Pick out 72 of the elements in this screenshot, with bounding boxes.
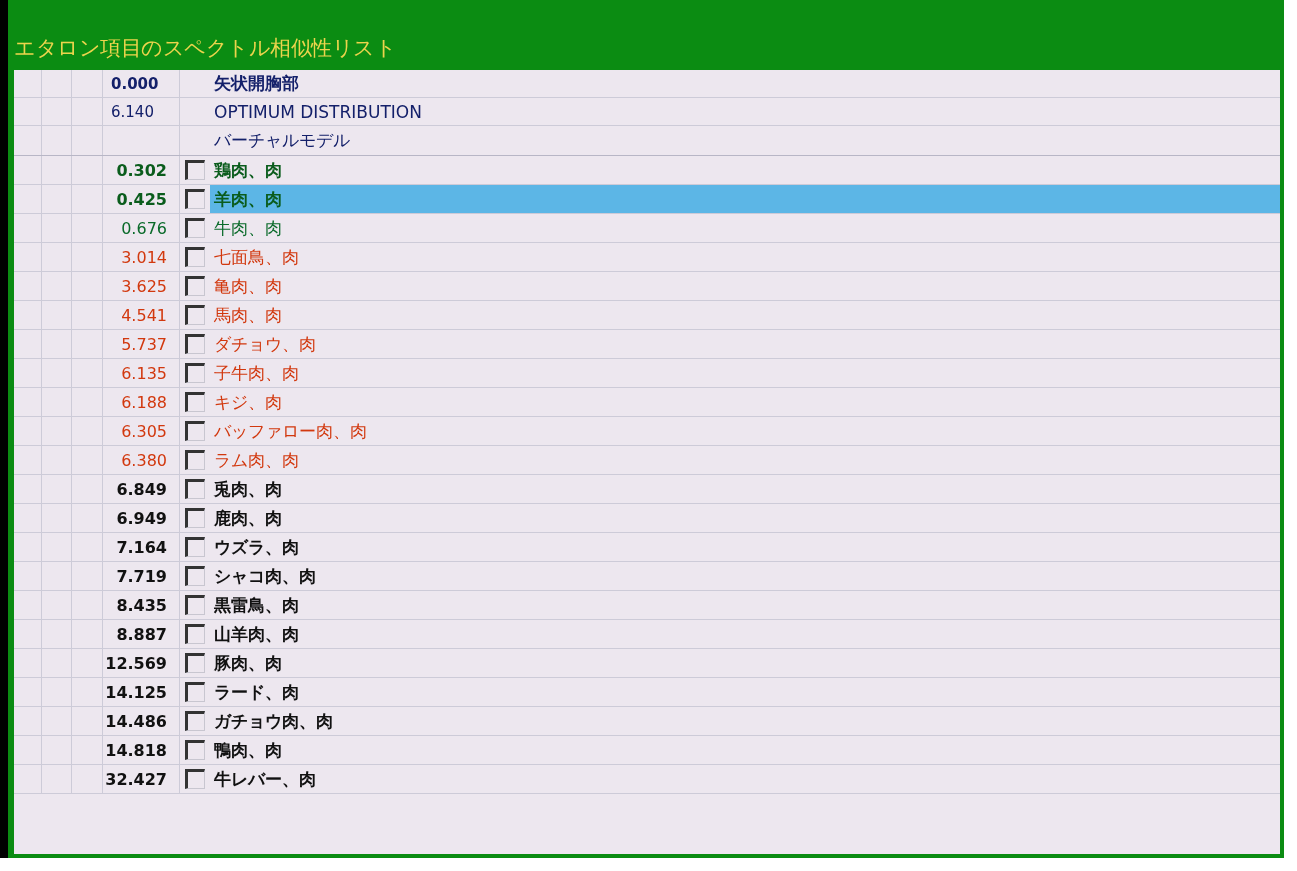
list-item[interactable]: 黒雷鳥、肉: [210, 591, 1280, 619]
list-item[interactable]: キジ、肉: [210, 388, 1280, 416]
window-title: エタロン項目のスペクトル相似性リスト: [14, 35, 397, 62]
similarity-value: 5.737: [121, 334, 167, 354]
checkbox[interactable]: [185, 711, 205, 731]
list-item[interactable]: シャコ肉、肉: [210, 562, 1280, 590]
checkbox[interactable]: [185, 450, 205, 470]
similarity-value: 6.188: [121, 392, 167, 412]
checkbox[interactable]: [185, 363, 205, 383]
list-item[interactable]: 七面鳥、肉: [210, 243, 1280, 271]
checkbox[interactable]: [185, 682, 205, 702]
similarity-value: 6.949: [116, 508, 167, 528]
list-item[interactable]: OPTIMUM DISTRIBUTION: [210, 98, 1280, 125]
checkbox[interactable]: [185, 305, 205, 325]
list-item[interactable]: 牛レバー、肉: [210, 765, 1280, 793]
similarity-value: 6.849: [116, 479, 167, 499]
list-item[interactable]: バッファロー肉、肉: [210, 417, 1280, 445]
similarity-value: 14.818: [105, 740, 167, 760]
similarity-value: 8.435: [116, 595, 167, 615]
list-item[interactable]: 子牛肉、肉: [210, 359, 1280, 387]
list-item[interactable]: バーチャルモデル: [210, 126, 1280, 155]
checkbox[interactable]: [185, 566, 205, 586]
similarity-value: 6.135: [121, 363, 167, 383]
similarity-value: 6.140: [111, 102, 154, 121]
similarity-value: 4.541: [121, 305, 167, 325]
list-item[interactable]: 亀肉、肉: [210, 272, 1280, 300]
list-item[interactable]: ダチョウ、肉: [210, 330, 1280, 358]
checkbox[interactable]: [185, 218, 205, 238]
checkbox[interactable]: [185, 769, 205, 789]
checkbox[interactable]: [185, 740, 205, 760]
similarity-value: 3.014: [121, 247, 167, 267]
list-item[interactable]: 羊肉、肉: [210, 185, 1280, 213]
list-item[interactable]: 山羊肉、肉: [210, 620, 1280, 648]
similarity-value: 6.380: [121, 450, 167, 470]
checkbox[interactable]: [185, 421, 205, 441]
similarity-value: 32.427: [105, 769, 167, 789]
similarity-value: 3.625: [121, 276, 167, 296]
similarity-value: 0.676: [121, 218, 167, 238]
list-item[interactable]: ウズラ、肉: [210, 533, 1280, 561]
checkbox[interactable]: [185, 276, 205, 296]
similarity-value: 14.125: [105, 682, 167, 702]
checkbox[interactable]: [185, 392, 205, 412]
similarity-value: 14.486: [105, 711, 167, 731]
list-item[interactable]: ラム肉、肉: [210, 446, 1280, 474]
checkbox[interactable]: [185, 595, 205, 615]
checkbox[interactable]: [185, 334, 205, 354]
checkbox[interactable]: [185, 653, 205, 673]
similarity-value: 7.164: [116, 537, 167, 557]
similarity-value: 8.887: [116, 624, 167, 644]
list-item[interactable]: 豚肉、肉: [210, 649, 1280, 677]
list-item[interactable]: 矢状開胸部: [210, 70, 1280, 97]
similarity-value: 0.302: [116, 160, 167, 180]
list-item[interactable]: 鹿肉、肉: [210, 504, 1280, 532]
similarity-value: 0.000: [111, 74, 159, 93]
list-item[interactable]: 兎肉、肉: [210, 475, 1280, 503]
checkbox[interactable]: [185, 624, 205, 644]
similarity-value: 7.719: [116, 566, 167, 586]
list-item[interactable]: ラード、肉: [210, 678, 1280, 706]
similarity-value: 12.569: [105, 653, 167, 673]
checkbox[interactable]: [185, 508, 205, 528]
list-item[interactable]: 鴨肉、肉: [210, 736, 1280, 764]
similarity-value: 0.425: [116, 189, 167, 209]
list-item[interactable]: 鶏肉、肉: [210, 156, 1280, 184]
checkbox[interactable]: [185, 247, 205, 267]
checkbox[interactable]: [185, 160, 205, 180]
similarity-value: 6.305: [121, 421, 167, 441]
list-item[interactable]: ガチョウ肉、肉: [210, 707, 1280, 735]
checkbox[interactable]: [185, 479, 205, 499]
list-item[interactable]: 馬肉、肉: [210, 301, 1280, 329]
list-item[interactable]: 牛肉、肉: [210, 214, 1280, 242]
checkbox[interactable]: [185, 189, 205, 209]
checkbox[interactable]: [185, 537, 205, 557]
